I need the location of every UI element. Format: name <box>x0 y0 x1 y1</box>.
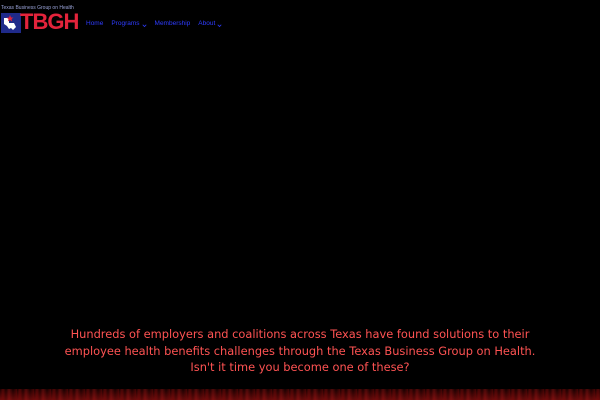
nav-item-label: Membership <box>154 20 191 27</box>
nav-item-home[interactable]: Home <box>86 19 103 29</box>
chevron-down-icon <box>217 22 222 27</box>
hero-line: employee health benefits challenges thro… <box>64 343 536 358</box>
site-header: Texas Business Group on Health TBGH Home… <box>0 0 600 36</box>
chevron-down-icon <box>141 22 147 27</box>
page: Texas Business Group on Health TBGH Home… <box>0 0 600 400</box>
site-logo[interactable]: Texas Business Group on Health TBGH <box>1 5 81 34</box>
hero-line: Isn't it time you become one of these? <box>190 360 410 374</box>
logo-wordmark: TBGH <box>20 9 79 34</box>
nav-item-programs[interactable]: Programs <box>111 19 147 29</box>
main-nav: Home Programs Membership About <box>86 18 230 30</box>
nav-item-label: Programs <box>111 20 140 27</box>
nav-item-about[interactable]: About <box>198 19 222 29</box>
texas-star-icon <box>1 13 21 33</box>
hero-message: Hundreds of employers and coalitions acr… <box>0 326 600 376</box>
nav-item-membership[interactable]: Membership <box>155 19 191 29</box>
nav-item-label: About <box>198 20 216 27</box>
nav-item-label: Home <box>86 20 104 27</box>
background-texture-strip <box>0 389 600 400</box>
hero-line: Hundreds of employers and coalitions acr… <box>70 327 530 341</box>
